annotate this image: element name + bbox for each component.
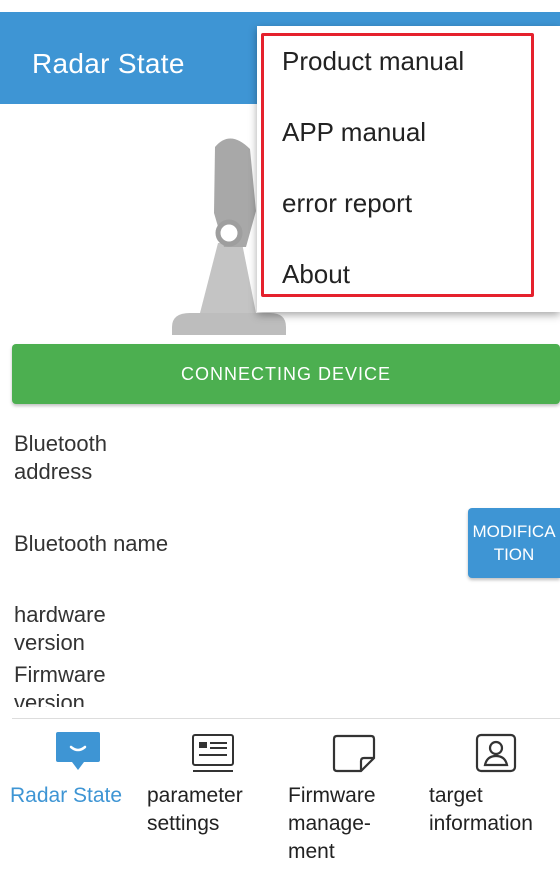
bottom-navigation: Radar State parameter settings Firmware … [0, 720, 560, 871]
bluetooth-address-label: Bluetooth address [14, 431, 107, 484]
firmware-management-icon [332, 734, 376, 773]
nav-firmware-management[interactable]: Firmware manage-ment [285, 720, 425, 871]
modification-button[interactable]: MODIFICATION [468, 508, 560, 578]
page-title: Radar State [32, 48, 185, 79]
nav-label-target-information: target information [429, 784, 533, 835]
nav-parameter-settings[interactable]: parameter settings [145, 720, 285, 871]
nav-divider [12, 718, 560, 719]
nav-label-parameter-settings: parameter settings [147, 784, 243, 835]
overflow-menu: Product manual APP manual error report A… [257, 26, 560, 312]
target-information-icon [475, 733, 517, 773]
menu-item-error-report[interactable]: error report [257, 168, 560, 238]
radar-state-icon [56, 732, 100, 770]
radar-base [172, 313, 286, 335]
nav-target-information[interactable]: target information [425, 720, 560, 871]
menu-item-app-manual[interactable]: APP manual [257, 97, 560, 167]
nav-label-firmware-management: Firmware manage-ment [288, 784, 376, 863]
hardware-version-label: hardware version [14, 602, 106, 651]
menu-item-product-manual[interactable]: Product manual [257, 26, 560, 96]
parameter-settings-icon [192, 734, 234, 772]
radar-stand [200, 243, 256, 313]
nav-radar-state[interactable]: Radar State [0, 720, 145, 871]
nav-label-radar-state: Radar State [10, 784, 123, 807]
firmware-version-label: Firmware version [14, 662, 106, 707]
radar-joint [215, 219, 243, 247]
bluetooth-name-label: Bluetooth name [14, 531, 169, 556]
menu-item-about[interactable]: About [257, 239, 560, 309]
connecting-device-button[interactable]: CONNECTING DEVICE [12, 344, 560, 404]
